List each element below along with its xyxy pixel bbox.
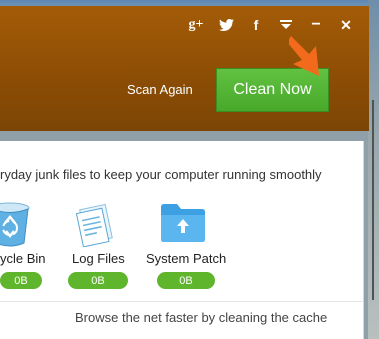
item-label: ycle Bin [0,251,46,266]
close-icon[interactable]: ✕ [331,15,361,35]
pointer-arrow-icon [289,36,319,76]
desktop-pole [372,100,374,300]
junk-category-list: ycle Bin 0B Log Files 0B System Patch 0B [0,197,363,293]
log-files-icon [75,203,113,247]
size-badge: 0B [157,272,215,289]
title-bar-controls: g+ f − ✕ [181,15,361,35]
content-panel: ryday junk files to keep your computer r… [0,141,364,339]
description-text: ryday junk files to keep your computer r… [0,167,322,182]
scan-again-link[interactable]: Scan Again [127,82,193,97]
header-bar: g+ f − ✕ Scan Again Clean Now [0,6,369,131]
browser-cache-description: Browse the net faster by cleaning the ca… [75,310,328,325]
facebook-icon[interactable]: f [241,15,271,35]
minimize-icon[interactable]: − [301,15,331,35]
section-divider [0,301,363,302]
item-label: System Patch [146,251,227,266]
size-badge: 0B [0,272,42,289]
recycle-bin-icon [0,202,30,247]
twitter-icon[interactable] [211,15,241,35]
google-plus-icon[interactable]: g+ [181,15,211,35]
list-item-recycle-bin[interactable]: ycle Bin 0B [0,197,70,293]
item-label: Log Files [72,251,125,266]
folder-upload-icon [161,204,205,242]
app-window: g+ f − ✕ Scan Again Clean Now ryday junk… [0,6,369,339]
menu-icon[interactable] [271,15,301,35]
list-item-system-patch[interactable]: System Patch 0B [145,197,233,293]
size-badge: 0B [68,272,128,289]
